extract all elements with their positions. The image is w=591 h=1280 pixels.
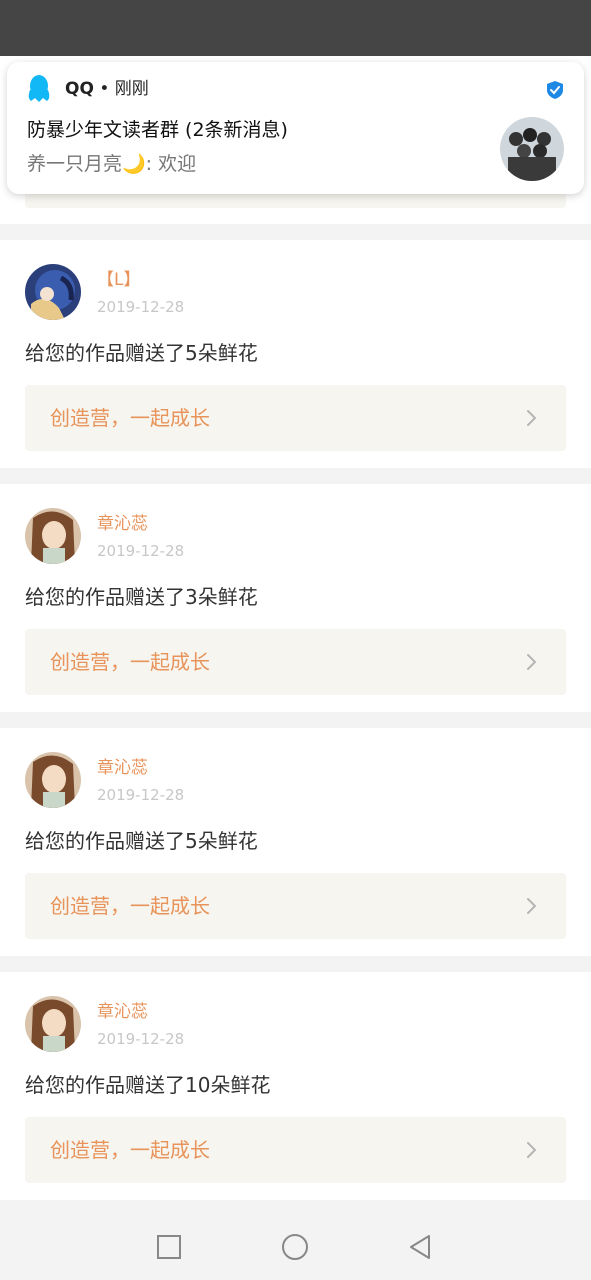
notification-body: 养一只月亮🌙: 欢迎 xyxy=(27,153,197,175)
item-date: 2019-12-28 xyxy=(97,786,185,804)
camp-banner-partial[interactable] xyxy=(25,194,566,208)
camp-banner[interactable]: 创造营，一起成长 xyxy=(25,1117,566,1183)
group-avatar xyxy=(500,117,564,181)
sender-name[interactable]: 章沁蕊 xyxy=(97,758,148,778)
sender-name[interactable]: 章沁蕊 xyxy=(97,514,148,534)
notification-title: 防暴少年文读者群 (2条新消息) xyxy=(27,119,288,141)
camp-label: 创造营，一起成长 xyxy=(50,406,210,430)
sender-name[interactable]: 【L】 xyxy=(97,270,140,290)
item-message: 给您的作品赠送了5朵鲜花 xyxy=(25,341,258,365)
camp-banner[interactable]: 创造营，一起成长 xyxy=(25,629,566,695)
camp-label: 创造营，一起成长 xyxy=(50,894,210,918)
separator-dot: • xyxy=(99,79,115,99)
qq-notification[interactable]: QQ • 刚刚 防暴少年文读者群 (2条新消息) 养一只月亮🌙: 欢迎 xyxy=(7,62,584,194)
chevron-right-icon xyxy=(527,1142,537,1158)
item-date: 2019-12-28 xyxy=(97,1030,185,1048)
item-date: 2019-12-28 xyxy=(97,298,185,316)
list-item[interactable]: 章沁蕊 2019-12-28 给您的作品赠送了10朵鲜花 创造营，一起成长 xyxy=(0,972,591,1200)
avatar[interactable] xyxy=(25,996,81,1052)
avatar[interactable] xyxy=(25,508,81,564)
item-message: 给您的作品赠送了3朵鲜花 xyxy=(25,585,258,609)
nav-back-icon[interactable] xyxy=(405,1232,435,1262)
item-message: 给您的作品赠送了10朵鲜花 xyxy=(25,1073,271,1097)
camp-label: 创造营，一起成长 xyxy=(50,1138,210,1162)
avatar[interactable] xyxy=(25,264,81,320)
notification-time: 刚刚 xyxy=(114,79,149,99)
qq-icon xyxy=(28,75,50,102)
chevron-right-icon xyxy=(527,410,537,426)
system-nav-bar xyxy=(0,1214,591,1280)
item-message: 给您的作品赠送了5朵鲜花 xyxy=(25,829,258,853)
status-bar xyxy=(0,0,591,56)
chevron-right-icon xyxy=(527,654,537,670)
list-item[interactable]: 章沁蕊 2019-12-28 给您的作品赠送了3朵鲜花 创造营，一起成长 xyxy=(0,484,591,712)
notification-app: QQ • 刚刚 xyxy=(65,78,149,100)
chevron-right-icon xyxy=(527,898,537,914)
list-item[interactable]: 【L】 2019-12-28 给您的作品赠送了5朵鲜花 创造营，一起成长 xyxy=(0,240,591,468)
list-item[interactable]: 章沁蕊 2019-12-28 给您的作品赠送了5朵鲜花 创造营，一起成长 xyxy=(0,728,591,956)
camp-label: 创造营，一起成长 xyxy=(50,650,210,674)
sender-name[interactable]: 章沁蕊 xyxy=(97,1002,148,1022)
notification-app-name: QQ xyxy=(65,79,94,99)
nav-home-icon[interactable] xyxy=(280,1232,310,1262)
avatar[interactable] xyxy=(25,752,81,808)
nav-recents-icon[interactable] xyxy=(154,1232,184,1262)
camp-banner[interactable]: 创造营，一起成长 xyxy=(25,873,566,939)
camp-banner[interactable]: 创造营，一起成长 xyxy=(25,385,566,451)
item-date: 2019-12-28 xyxy=(97,542,185,560)
verified-icon xyxy=(547,81,563,99)
